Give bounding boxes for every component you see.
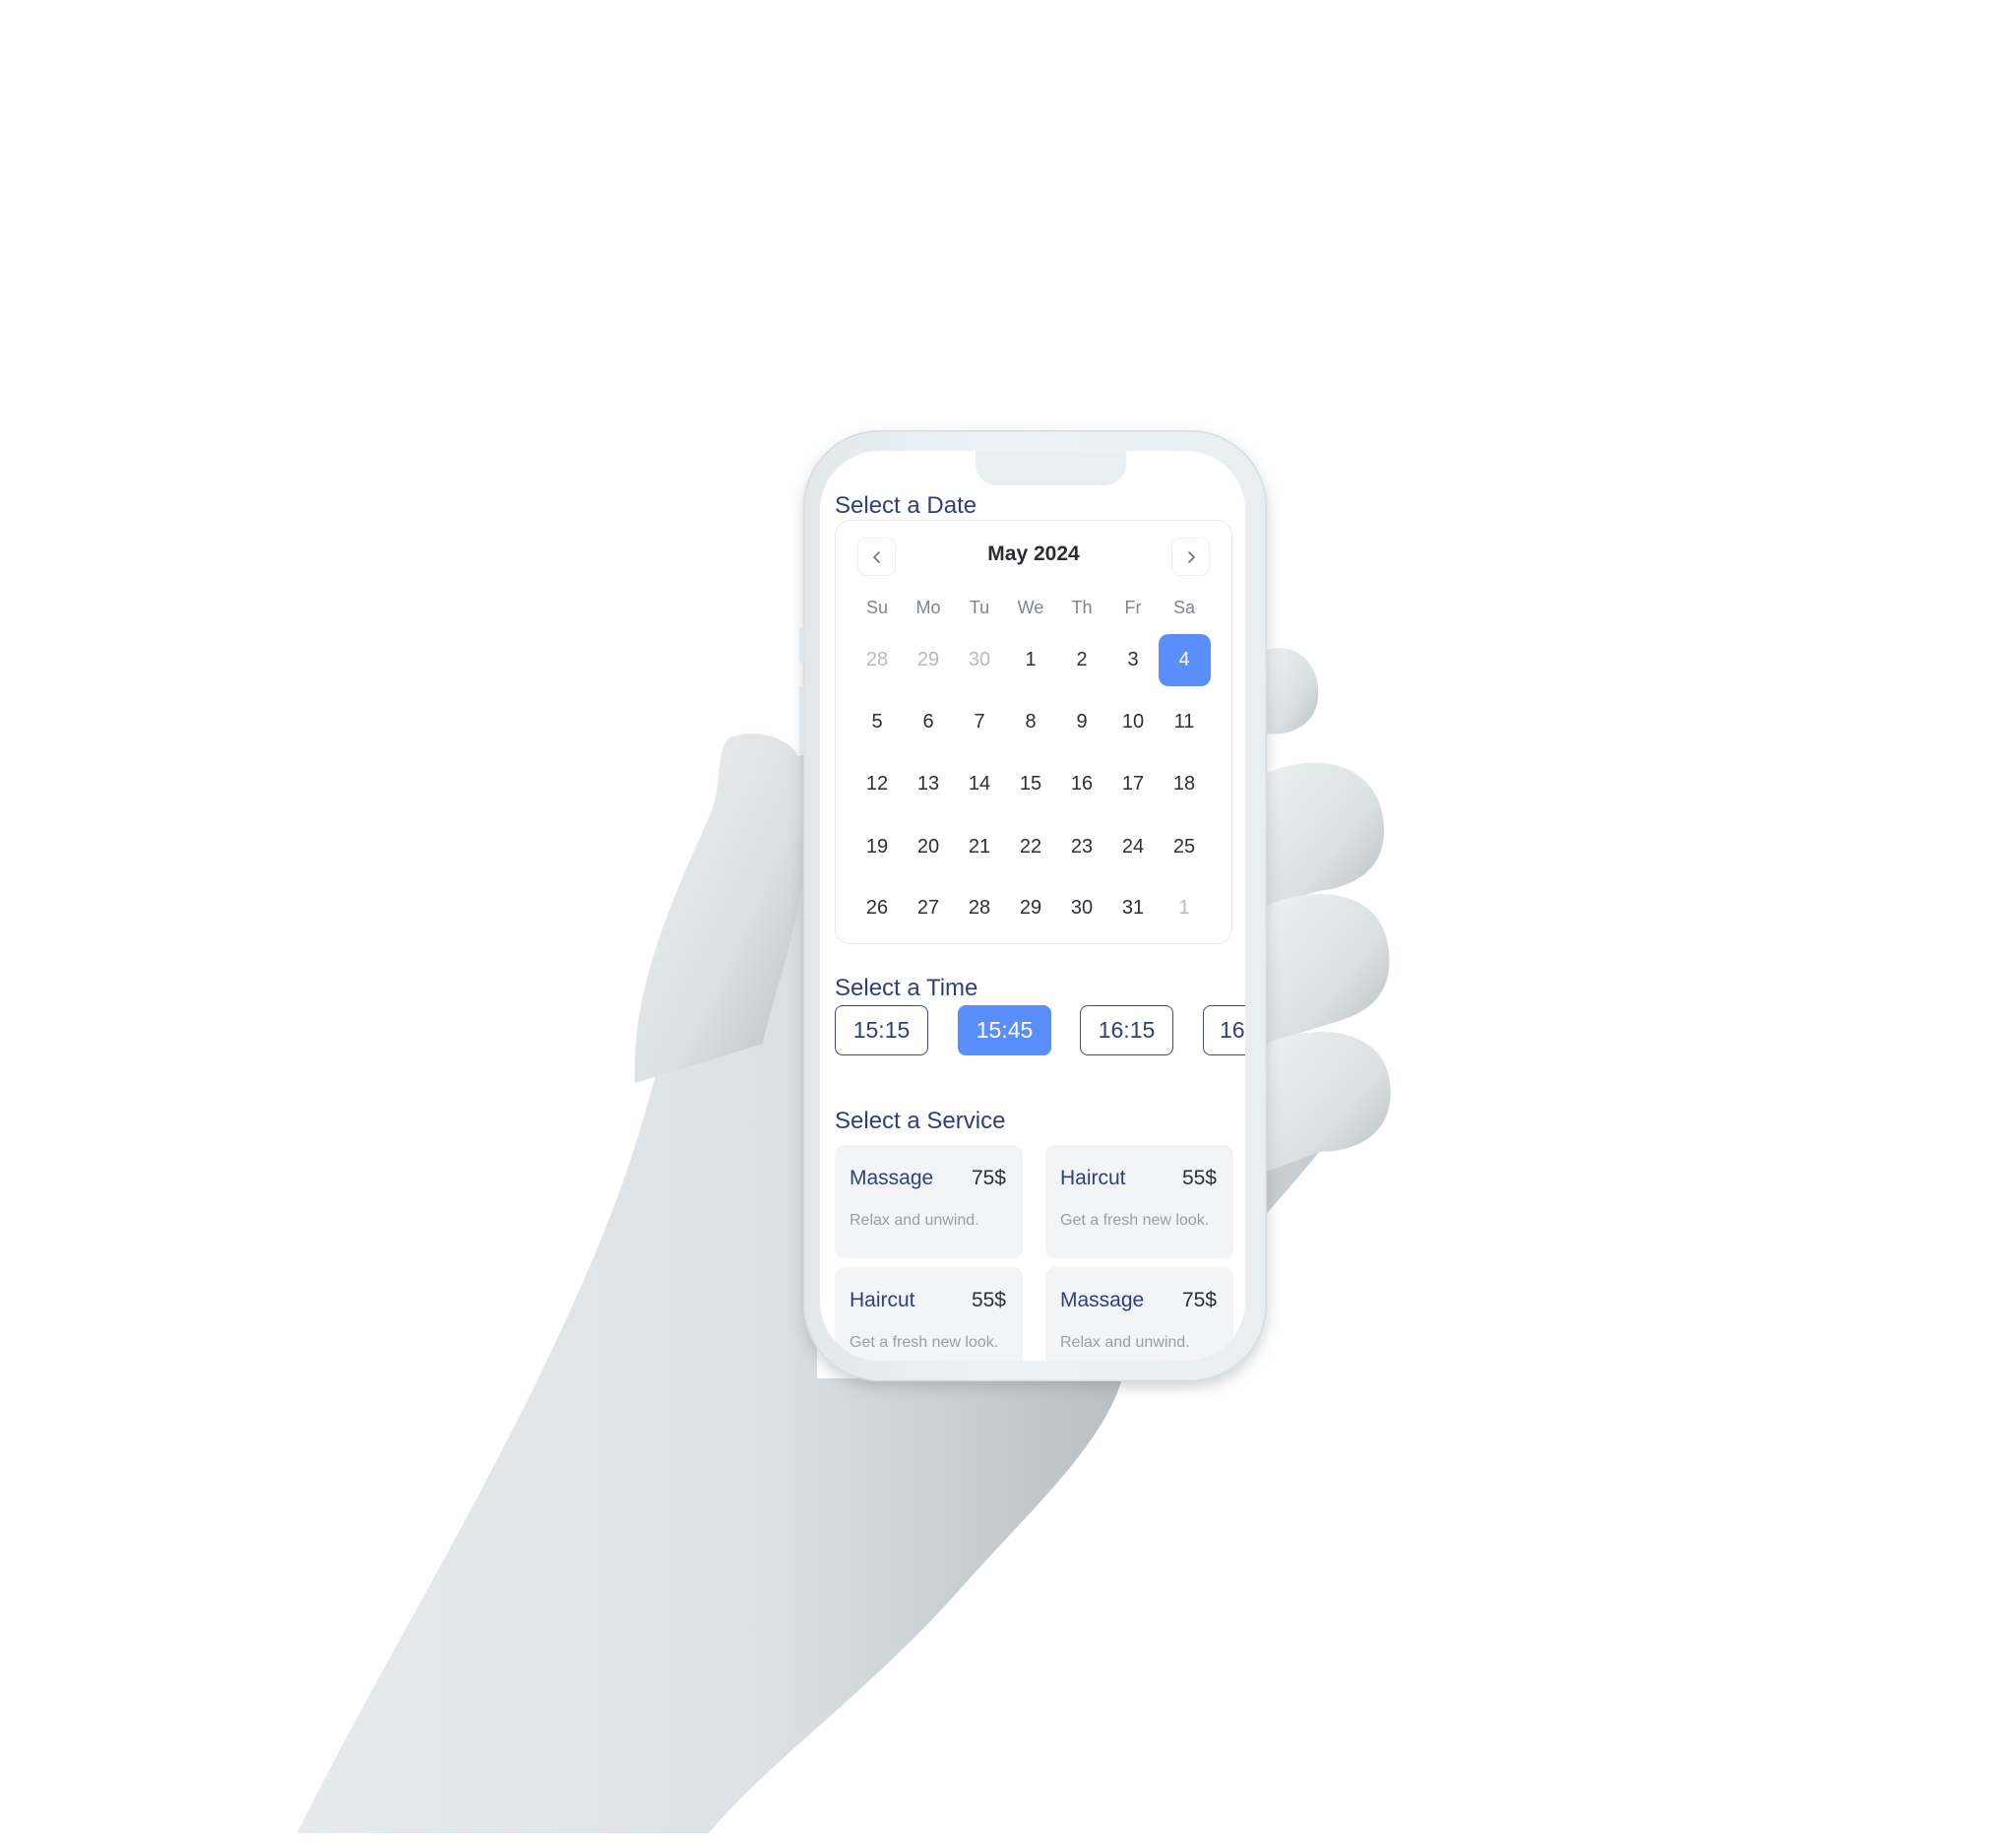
next-month-button[interactable] xyxy=(1171,538,1210,576)
calendar-day-selected[interactable]: 4 xyxy=(1158,634,1211,686)
weekday-label: We xyxy=(1017,598,1044,617)
finger-2 xyxy=(1267,762,1384,906)
calendar-day[interactable]: 31 xyxy=(1107,882,1159,934)
service-card-massage[interactable]: Massage 75$ Relax and unwind. xyxy=(1045,1267,1233,1361)
time-slot-1515[interactable]: 15:15 xyxy=(835,1005,928,1055)
volume-button xyxy=(799,686,804,755)
calendar-week-row: 12 13 14 15 16 17 18 xyxy=(836,773,1231,813)
calendar-day[interactable]: 13 xyxy=(903,758,954,810)
calendar-day[interactable]: 9 xyxy=(1056,696,1107,748)
calendar-day[interactable]: 29 xyxy=(1005,882,1056,934)
phone-frame: Select a Date May 2024 Su Mo Tu We Th Fr Sa 28… xyxy=(799,430,1267,1381)
calendar: May 2024 Su Mo Tu We Th Fr Sa 28 29 30 1 2 3 4 5 6 7 8 9 1… xyxy=(835,520,1232,944)
chevron-right-icon xyxy=(1187,550,1195,563)
time-slot-1545[interactable]: 15:45 xyxy=(958,1005,1051,1055)
calendar-day[interactable]: 17 xyxy=(1107,758,1159,810)
calendar-day[interactable]: 26 xyxy=(851,882,903,934)
weekday-label: Mo xyxy=(915,598,941,617)
calendar-day[interactable]: 23 xyxy=(1056,821,1107,873)
service-price: 75$ xyxy=(1181,1289,1217,1311)
service-name: Massage xyxy=(850,1167,934,1189)
calendar-day[interactable]: 1 xyxy=(1159,882,1210,934)
calendar-week-row: 5 6 7 8 9 10 11 xyxy=(836,711,1231,751)
calendar-day[interactable]: 7 xyxy=(954,696,1005,748)
calendar-day[interactable]: 14 xyxy=(954,758,1005,810)
side-button xyxy=(799,627,804,663)
calendar-week-row: 28 29 30 1 2 3 4 xyxy=(836,634,1231,689)
calendar-day[interactable]: 28 xyxy=(851,634,903,686)
thumb-shape xyxy=(634,733,806,1083)
calendar-week-row: 26 27 28 29 30 31 1 xyxy=(836,897,1231,937)
select-service-title: Select a Service xyxy=(835,1108,1006,1134)
service-name: Massage xyxy=(1060,1289,1145,1311)
calendar-day[interactable]: 29 xyxy=(903,634,954,686)
calendar-week-row: 19 20 21 22 23 24 25 xyxy=(836,836,1231,876)
finger-4 xyxy=(1267,1032,1391,1172)
weekday-header: Su Mo Tu We Th Fr Sa xyxy=(836,598,1231,627)
calendar-day[interactable]: 15 xyxy=(1005,758,1056,810)
calendar-day[interactable]: 18 xyxy=(1159,758,1210,810)
select-date-title: Select a Date xyxy=(835,492,977,519)
calendar-day[interactable]: 25 xyxy=(1159,821,1210,873)
calendar-day[interactable]: 21 xyxy=(954,821,1005,873)
service-card-haircut[interactable]: Haircut 55$ Get a fresh new look. xyxy=(1045,1145,1233,1258)
calendar-day[interactable]: 11 xyxy=(1159,696,1210,748)
calendar-day[interactable]: 27 xyxy=(903,882,954,934)
calendar-day[interactable]: 24 xyxy=(1107,821,1159,873)
calendar-day[interactable]: 3 xyxy=(1107,634,1159,686)
service-description: Get a fresh new look. xyxy=(1060,1212,1210,1229)
calendar-day[interactable]: 28 xyxy=(954,882,1005,934)
time-slot-list: 15:15 15:45 16:15 16 xyxy=(835,1005,1245,1056)
service-card-haircut[interactable]: Haircut 55$ Get a fresh new look. xyxy=(835,1267,1023,1361)
calendar-day[interactable]: 19 xyxy=(851,821,903,873)
service-description: Relax and unwind. xyxy=(850,1212,979,1229)
finger-1 xyxy=(1267,648,1319,734)
weekday-label: Tu xyxy=(969,598,990,617)
calendar-day[interactable]: 5 xyxy=(851,696,903,748)
calendar-day[interactable]: 12 xyxy=(851,758,903,810)
calendar-day[interactable]: 22 xyxy=(1005,821,1056,873)
service-price: 55$ xyxy=(1181,1167,1217,1189)
time-slot-1615[interactable]: 16:15 xyxy=(1080,1005,1173,1055)
calendar-day[interactable]: 2 xyxy=(1056,634,1107,686)
service-name: Haircut xyxy=(850,1289,915,1311)
service-card-massage[interactable]: Massage 75$ Relax and unwind. xyxy=(835,1145,1023,1258)
calendar-day[interactable]: 30 xyxy=(1056,882,1107,934)
service-description: Get a fresh new look. xyxy=(850,1334,999,1351)
weekday-label: Th xyxy=(1071,598,1093,617)
calendar-day[interactable]: 8 xyxy=(1005,696,1056,748)
calendar-day[interactable]: 6 xyxy=(903,696,954,748)
service-name: Haircut xyxy=(1060,1167,1126,1189)
phone-screen: Select a Date May 2024 Su Mo Tu We Th Fr Sa 28… xyxy=(820,451,1245,1361)
service-price: 75$ xyxy=(971,1167,1006,1189)
weekday-label: Su xyxy=(865,598,889,617)
service-description: Relax and unwind. xyxy=(1060,1334,1190,1351)
notch xyxy=(976,451,1126,485)
service-price: 55$ xyxy=(971,1289,1006,1311)
calendar-day[interactable]: 16 xyxy=(1056,758,1107,810)
weekday-label: Fr xyxy=(1124,598,1142,617)
time-slot-16[interactable]: 16 xyxy=(1203,1005,1245,1055)
calendar-day[interactable]: 20 xyxy=(903,821,954,873)
weekday-label: Sa xyxy=(1172,598,1196,617)
select-time-title: Select a Time xyxy=(835,975,978,1001)
calendar-day[interactable]: 30 xyxy=(954,634,1005,686)
calendar-day[interactable]: 10 xyxy=(1107,696,1159,748)
finger-3 xyxy=(1267,894,1390,1044)
calendar-day[interactable]: 1 xyxy=(1005,634,1056,686)
